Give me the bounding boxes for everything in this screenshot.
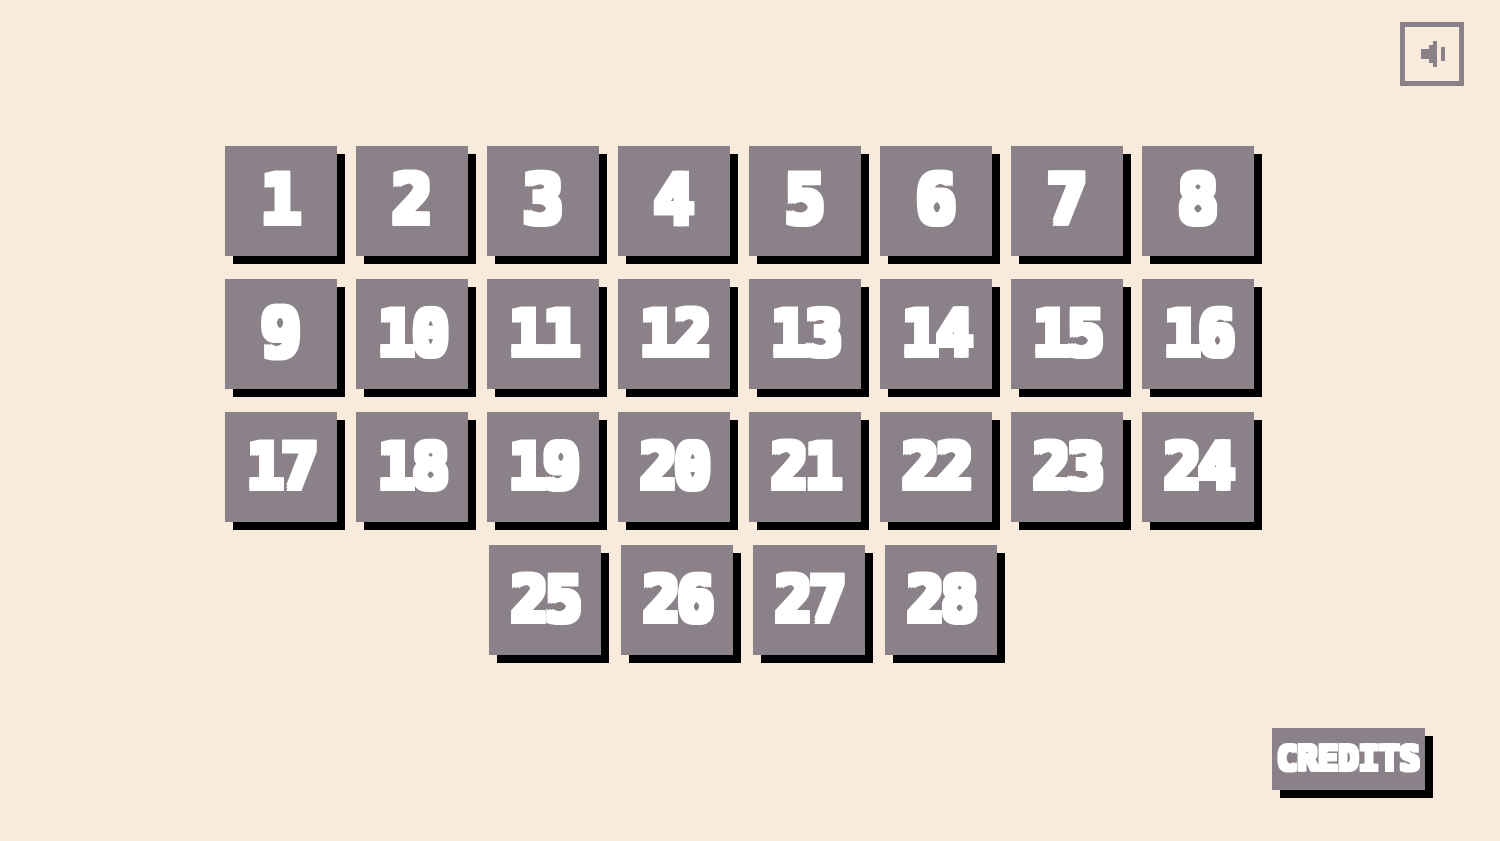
level-cell: 8 — [1142, 146, 1273, 279]
level-tile-label: 5 — [784, 161, 826, 240]
level-tile-24[interactable]: 24 — [1142, 412, 1254, 522]
level-cell: 5 — [749, 146, 880, 279]
level-tile-label: 7 — [1046, 161, 1088, 240]
level-tile-11[interactable]: 11 — [487, 279, 599, 389]
level-cell: 18 — [356, 412, 487, 545]
level-tile-label: 1 — [260, 161, 302, 240]
level-tile-22[interactable]: 22 — [880, 412, 992, 522]
level-cell: 7 — [1011, 146, 1142, 279]
level-cell: 22 — [880, 412, 1011, 545]
sound-toggle-button[interactable] — [1400, 22, 1464, 86]
level-tile-17[interactable]: 17 — [225, 412, 337, 522]
level-tile-label: 24 — [1163, 430, 1236, 503]
level-tile-28[interactable]: 28 — [885, 545, 997, 655]
level-tile-1[interactable]: 1 — [225, 146, 337, 256]
level-tile-6[interactable]: 6 — [880, 146, 992, 256]
level-tile-label: 18 — [377, 430, 450, 503]
level-select-grid: 1 2 3 4 5 6 7 8 9 10 11 12 13 14 15 16 17 18 19 20 21 22 23 24 2… — [225, 146, 1273, 678]
level-tile-5[interactable]: 5 — [749, 146, 861, 256]
level-row: 25 26 27 28 — [225, 545, 1273, 678]
level-tile-label: 16 — [1163, 297, 1236, 370]
credits-button-label: CREDITS — [1276, 739, 1421, 779]
level-tile-label: 4 — [653, 161, 695, 240]
level-row: 1 2 3 4 5 6 7 8 — [225, 146, 1273, 279]
level-cell: 1 — [225, 146, 356, 279]
level-tile-label: 25 — [510, 563, 583, 636]
level-cell: 25 — [489, 545, 621, 678]
level-tile-label: 12 — [639, 297, 712, 370]
level-tile-16[interactable]: 16 — [1142, 279, 1254, 389]
level-tile-label: 19 — [508, 430, 581, 503]
level-cell: 2 — [356, 146, 487, 279]
level-tile-13[interactable]: 13 — [749, 279, 861, 389]
level-cell: 17 — [225, 412, 356, 545]
level-cell: 21 — [749, 412, 880, 545]
level-tile-label: 23 — [1032, 430, 1105, 503]
level-tile-26[interactable]: 26 — [621, 545, 733, 655]
level-cell: 6 — [880, 146, 1011, 279]
level-tile-27[interactable]: 27 — [753, 545, 865, 655]
level-tile-25[interactable]: 25 — [489, 545, 601, 655]
level-tile-20[interactable]: 20 — [618, 412, 730, 522]
level-cell: 28 — [885, 545, 1017, 678]
level-tile-9[interactable]: 9 — [225, 279, 337, 389]
level-tile-label: 8 — [1177, 161, 1219, 240]
level-tile-label: 13 — [770, 297, 843, 370]
level-tile-label: 3 — [522, 161, 564, 240]
level-tile-label: 26 — [642, 563, 715, 636]
level-cell: 27 — [753, 545, 885, 678]
level-cell: 19 — [487, 412, 618, 545]
level-cell: 10 — [356, 279, 487, 412]
level-cell: 9 — [225, 279, 356, 412]
level-tile-18[interactable]: 18 — [356, 412, 468, 522]
level-tile-12[interactable]: 12 — [618, 279, 730, 389]
level-cell: 11 — [487, 279, 618, 412]
level-tile-label: 28 — [906, 563, 979, 636]
level-tile-19[interactable]: 19 — [487, 412, 599, 522]
level-tile-label: 22 — [901, 430, 974, 503]
level-tile-label: 11 — [508, 297, 581, 370]
level-tile-23[interactable]: 23 — [1011, 412, 1123, 522]
level-cell: 3 — [487, 146, 618, 279]
level-tile-10[interactable]: 10 — [356, 279, 468, 389]
level-cell: 14 — [880, 279, 1011, 412]
credits-button[interactable]: CREDITS — [1272, 728, 1425, 790]
level-tile-label: 27 — [774, 563, 847, 636]
level-tile-label: 9 — [260, 294, 302, 373]
level-cell: 16 — [1142, 279, 1273, 412]
level-tile-8[interactable]: 8 — [1142, 146, 1254, 256]
level-tile-label: 21 — [770, 430, 843, 503]
level-row: 9 10 11 12 13 14 15 16 — [225, 279, 1273, 412]
level-cell: 15 — [1011, 279, 1142, 412]
level-tile-label: 15 — [1032, 297, 1105, 370]
level-tile-3[interactable]: 3 — [487, 146, 599, 256]
level-cell: 26 — [621, 545, 753, 678]
level-tile-label: 20 — [639, 430, 712, 503]
level-tile-7[interactable]: 7 — [1011, 146, 1123, 256]
level-tile-label: 14 — [901, 297, 974, 370]
level-cell: 12 — [618, 279, 749, 412]
level-cell: 24 — [1142, 412, 1273, 545]
level-tile-label: 17 — [246, 430, 319, 503]
level-cell: 23 — [1011, 412, 1142, 545]
level-cell: 4 — [618, 146, 749, 279]
level-tile-21[interactable]: 21 — [749, 412, 861, 522]
level-tile-label: 6 — [915, 161, 957, 240]
level-tile-label: 10 — [377, 297, 450, 370]
level-cell: 13 — [749, 279, 880, 412]
speaker-on-icon — [1421, 41, 1445, 67]
level-tile-2[interactable]: 2 — [356, 146, 468, 256]
level-tile-15[interactable]: 15 — [1011, 279, 1123, 389]
level-tile-4[interactable]: 4 — [618, 146, 730, 256]
level-row: 17 18 19 20 21 22 23 24 — [225, 412, 1273, 545]
level-tile-label: 2 — [391, 161, 433, 240]
level-tile-14[interactable]: 14 — [880, 279, 992, 389]
level-cell: 20 — [618, 412, 749, 545]
